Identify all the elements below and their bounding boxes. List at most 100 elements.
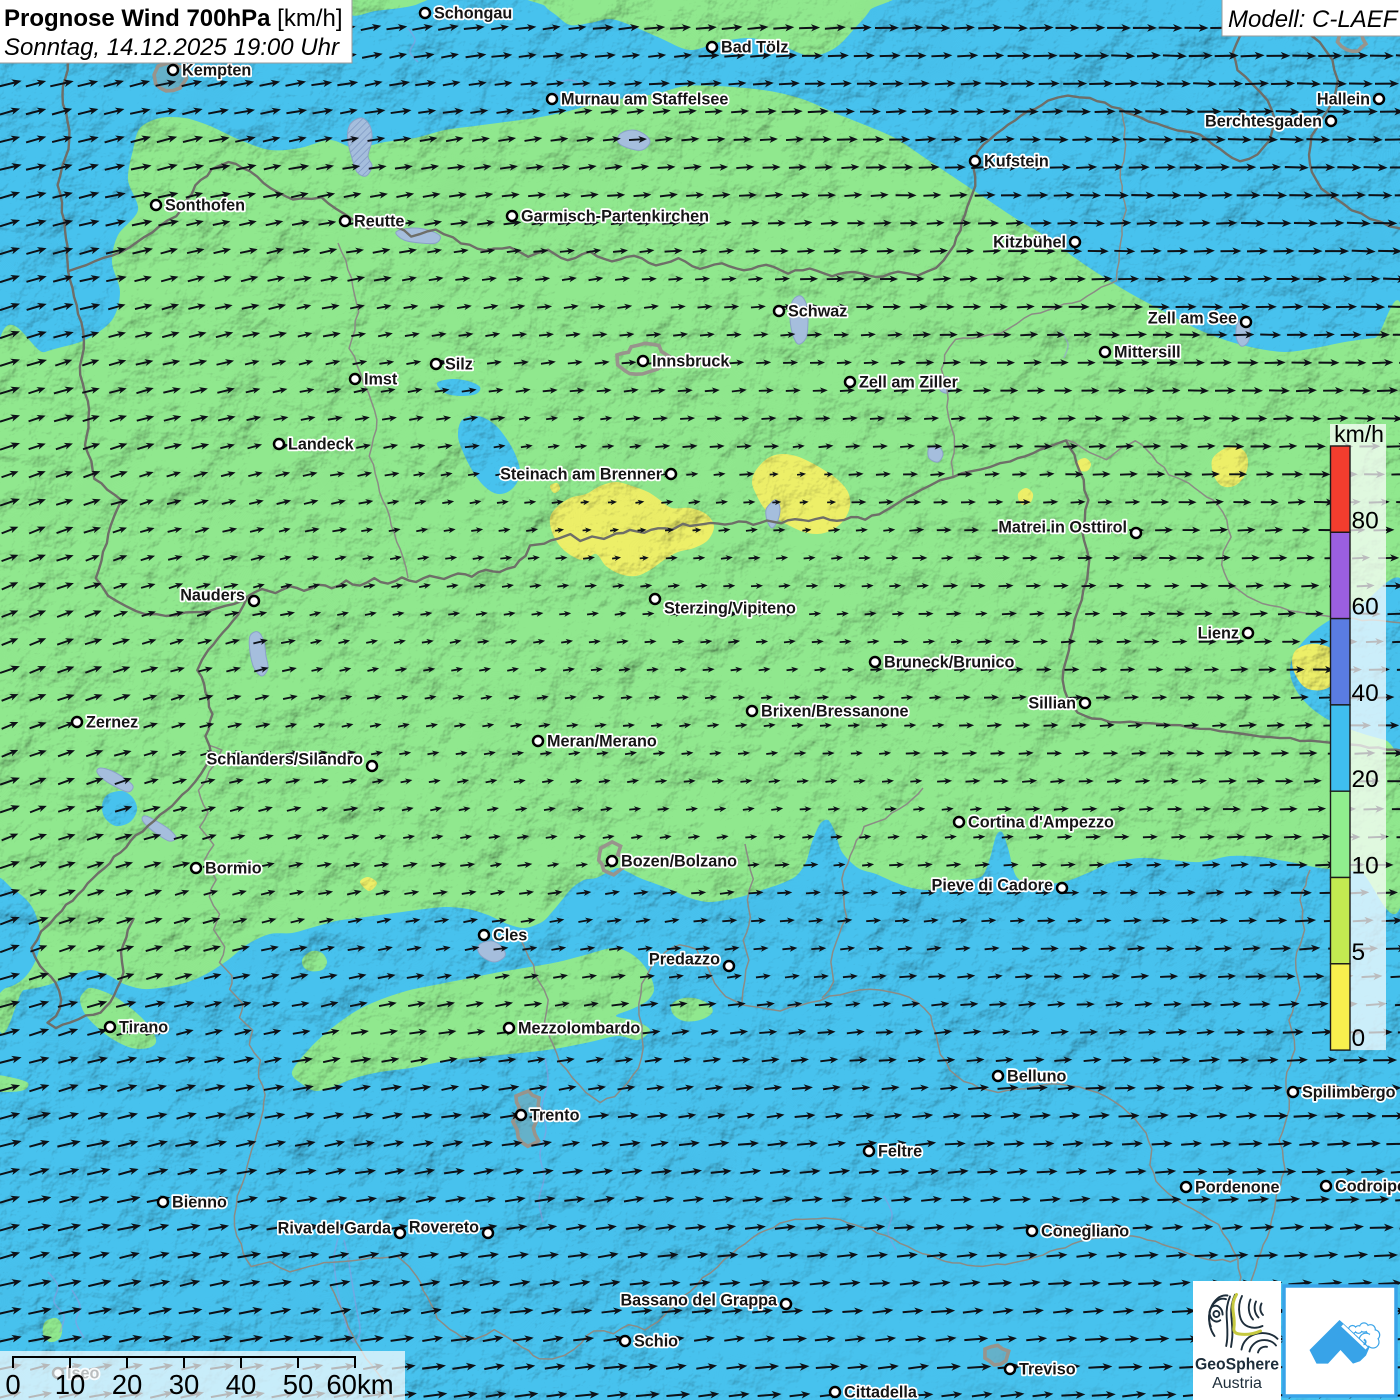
city-marker: [151, 200, 161, 210]
city-marker: [168, 65, 178, 75]
city-label: Trento: [530, 1107, 580, 1125]
city-label: Matrei in Osttirol: [998, 519, 1127, 537]
map-title-unit: [km/h]: [271, 5, 343, 32]
legend-tick: 10: [1352, 853, 1379, 880]
city-label: Pieve di Cadore: [932, 877, 1053, 895]
scale-bar-label: 40: [226, 1369, 257, 1400]
city-label: Bozen/Bolzano: [621, 853, 737, 871]
map-title: Prognose Wind 700hPa: [4, 5, 271, 32]
city: Brixen/Bressanone: [747, 703, 909, 721]
scale-bar-label: 60km: [326, 1369, 393, 1400]
city-label: Sterzing/Vipiteno: [664, 600, 796, 618]
city-label: Belluno: [1007, 1068, 1066, 1086]
legend-swatch: [1331, 705, 1351, 791]
scale-bar-label: 30: [169, 1369, 200, 1400]
city: Meran/Merano: [533, 733, 657, 751]
city: Pordenone: [1181, 1179, 1280, 1197]
legend-swatch: [1331, 532, 1351, 618]
city-marker: [533, 736, 543, 746]
model-box: Modell: C-LAEF: [1222, 0, 1400, 36]
city-marker: [191, 863, 201, 873]
wind-map: Schongau Bad Tölz Kempten Murnau am Staffel…: [0, 0, 1400, 1400]
geosphere-logo-country: Austria: [1212, 1375, 1262, 1392]
legend: km/h806040201050: [1330, 421, 1386, 1052]
city: Innsbruck: [638, 353, 730, 371]
scale-bar-label: 50: [283, 1369, 314, 1400]
city-marker: [1326, 116, 1336, 126]
city-marker: [479, 930, 489, 940]
city-marker: [350, 374, 360, 384]
city-marker: [340, 216, 350, 226]
city: Spilimbergo: [1288, 1084, 1396, 1102]
city-marker: [504, 1023, 514, 1033]
city: Bruneck/Brunico: [870, 654, 1015, 672]
city: Sonthofen: [151, 197, 245, 215]
city-label: Schlanders/Silandro: [206, 751, 363, 769]
city-label: Imst: [364, 371, 398, 389]
model-label: Modell: C-LAEF: [1228, 6, 1399, 33]
city-label: Schwaz: [788, 303, 847, 321]
legend-tick: 0: [1352, 1025, 1366, 1052]
city-label: Conegliano: [1041, 1223, 1129, 1241]
city-area: [985, 1345, 1009, 1365]
city-label: Feltre: [878, 1143, 922, 1161]
city: Cittadella: [830, 1384, 918, 1400]
city-marker: [607, 856, 617, 866]
city-marker: [1070, 237, 1080, 247]
city-label: Berchtesgaden: [1205, 113, 1322, 131]
city-label: Reutte: [354, 213, 404, 231]
city-marker: [420, 8, 430, 18]
city: Zell am Ziller: [845, 374, 959, 392]
city-marker: [1131, 528, 1141, 538]
city-label: Zernez: [86, 714, 138, 732]
city-label: Kempten: [182, 62, 251, 80]
legend-swatch: [1331, 878, 1351, 964]
city-marker: [274, 439, 284, 449]
city-label: Sonthofen: [165, 197, 245, 215]
city-marker: [864, 1146, 874, 1156]
scale-bar-label: 0: [5, 1369, 20, 1400]
city-marker: [781, 1299, 791, 1309]
geosphere-logo-box: GeoSphere Austria: [1193, 1281, 1281, 1400]
city: Pieve di Cadore: [932, 877, 1067, 895]
city: Zell am See: [1148, 310, 1251, 328]
city-label: Zell am Ziller: [859, 374, 959, 392]
city-label: Bad Tölz: [721, 39, 788, 57]
city-marker: [747, 706, 757, 716]
city-label: Bassano del Grappa: [620, 1292, 778, 1310]
city-label: Meran/Merano: [547, 733, 657, 751]
city-label: Codroipo: [1335, 1178, 1400, 1196]
city-marker: [1288, 1087, 1298, 1097]
city-label: Zell am See: [1148, 310, 1237, 328]
city-marker: [367, 761, 377, 771]
city-marker: [1321, 1181, 1331, 1191]
city-marker: [72, 717, 82, 727]
legend-title: km/h: [1334, 421, 1384, 447]
legend-swatch: [1331, 446, 1351, 532]
city-marker: [507, 211, 517, 221]
city-label: Kufstein: [984, 153, 1049, 171]
city-label: Murnau am Staffelsee: [561, 91, 728, 109]
city-marker: [845, 377, 855, 387]
city-marker: [774, 306, 784, 316]
city-marker: [1374, 94, 1384, 104]
city-label: Landeck: [288, 436, 355, 454]
partner-logo-box: [1284, 1286, 1396, 1396]
legend-tick: 20: [1352, 766, 1379, 793]
map-subtitle: Sonntag, 14.12.2025 19:00 Uhr: [4, 34, 340, 61]
city-marker: [970, 156, 980, 166]
city-label: Schongau: [434, 5, 512, 23]
city-label: Innsbruck: [652, 353, 730, 371]
city-marker: [431, 359, 441, 369]
city-marker: [105, 1022, 115, 1032]
city: Mezzolombardo: [504, 1020, 640, 1038]
city-marker: [547, 94, 557, 104]
city-marker: [954, 817, 964, 827]
city-label: Mezzolombardo: [518, 1020, 640, 1038]
city-label: Riva del Garda: [278, 1220, 392, 1238]
city-label: Brixen/Bressanone: [761, 703, 909, 721]
city-marker: [830, 1387, 840, 1397]
city-label: Sillian: [1028, 695, 1076, 713]
city-label: Hallein: [1317, 91, 1370, 109]
city-marker: [724, 961, 734, 971]
